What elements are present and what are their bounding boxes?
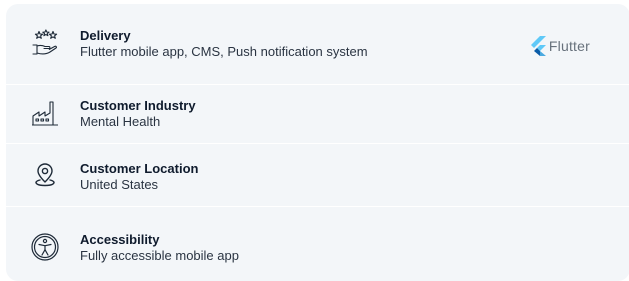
flutter-logo-icon (530, 36, 546, 56)
industry-row: Customer Industry Mental Health (6, 85, 629, 143)
accessibility-row: Accessibility Fully accessible mobile ap… (6, 207, 629, 281)
flutter-label: Flutter (548, 38, 590, 54)
delivery-description: Flutter mobile app, CMS, Push notificati… (80, 44, 368, 59)
accessibility-title: Accessibility (80, 232, 160, 247)
location-description: United States (80, 177, 159, 192)
location-row: Customer Location United States (6, 144, 629, 206)
factory-icon (30, 99, 60, 129)
delivery-row: Delivery Flutter mobile app, CMS, Push n… (6, 4, 629, 84)
accessibility-icon (30, 232, 60, 262)
delivery-title: Delivery (80, 28, 131, 43)
industry-description: Mental Health (80, 114, 161, 129)
project-info-card: Delivery Flutter mobile app, CMS, Push n… (6, 4, 629, 281)
industry-title: Customer Industry (80, 98, 196, 113)
hand-stars-icon (30, 28, 60, 58)
accessibility-description: Fully accessible mobile app (80, 248, 239, 263)
location-pin-icon (30, 161, 60, 191)
flutter-tech-badge: Flutter (529, 36, 590, 56)
location-title: Customer Location (80, 161, 199, 176)
